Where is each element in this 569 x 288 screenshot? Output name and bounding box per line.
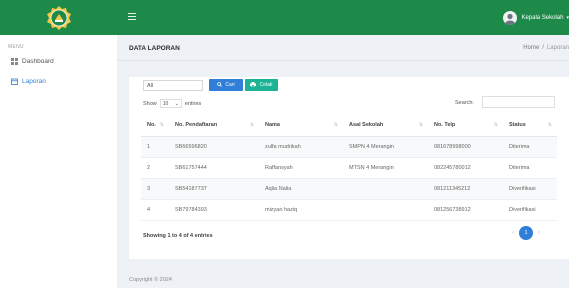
sort-icon: ⇅	[159, 122, 164, 129]
table-row: 2 SB61757444 Raffansyah MTSN 4 Merangin …	[141, 157, 557, 179]
cell-no-telp: 081256738912	[428, 199, 503, 221]
user-name: Kepala Sekolah	[521, 14, 564, 21]
user-menu[interactable]: Kepala Sekolah ▾	[503, 9, 569, 26]
status-filter-select[interactable]: All	[143, 80, 203, 91]
cell-no: 4	[141, 199, 169, 221]
breadcrumb-current: Laporan	[546, 45, 569, 51]
search-button-label: Cari	[225, 82, 235, 88]
column-header-status[interactable]: Status ⇅	[503, 115, 557, 137]
entries-label: entries	[184, 100, 202, 107]
sort-icon: ⇅	[493, 122, 498, 129]
cell-asal-sekolah: SMPN 4 Merangin	[343, 136, 428, 158]
divider	[117, 60, 569, 61]
report-table: No. ⇅ No. Pendaftaran ⇅ Nama ⇅ Asal Sekolah…	[141, 115, 557, 221]
table-row: 1 SB66596820 zulfa mudrikah SMPN 4 Meran…	[141, 136, 557, 158]
cell-no-telp: 081678998000	[428, 136, 503, 158]
footer: Copyright © 2024	[117, 269, 569, 288]
breadcrumb: Home / Laporan	[523, 45, 569, 51]
sidebar: MENU Dashboard Laporan	[0, 0, 117, 288]
page-button-1[interactable]: 1	[519, 226, 533, 240]
copyright-text: Copyright © 2024	[129, 277, 172, 283]
chevron-down-icon: ⌄	[174, 100, 179, 107]
sort-icon: ⇅	[418, 122, 423, 129]
entries-value: 10	[162, 100, 169, 107]
sort-icon: ⇅	[333, 122, 338, 129]
show-label: Show	[143, 100, 157, 107]
table-row: 3 SB54187737 Aqila Nalia 081211345212 Di…	[141, 178, 557, 200]
column-header-asal-sekolah[interactable]: Asal Sekolah ⇅	[343, 115, 428, 137]
entries-control: Show 10 ⌄ entries	[143, 99, 201, 108]
emblem-logo[interactable]	[46, 5, 72, 31]
cell-status: Diterima	[503, 136, 557, 158]
grid-icon	[10, 57, 18, 65]
column-header-no-telp[interactable]: No. Telp ⇅	[428, 115, 503, 137]
cell-no-pendaftaran: SB66596820	[169, 136, 259, 158]
cell-no-telp: 081211345212	[428, 178, 503, 200]
entries-select[interactable]: 10 ⌄	[159, 99, 182, 108]
search-label: Search:	[455, 100, 474, 106]
cell-no: 1	[141, 136, 169, 158]
cell-no-pendaftaran: SB61757444	[169, 157, 259, 179]
table-header-row: No. ⇅ No. Pendaftaran ⇅ Nama ⇅ Asal Sekolah…	[141, 115, 557, 137]
search-button[interactable]: Cari	[209, 79, 243, 91]
printer-icon	[250, 81, 257, 89]
hamburger-menu-icon[interactable]	[128, 13, 136, 21]
cell-no: 3	[141, 178, 169, 200]
search-input[interactable]	[482, 96, 555, 108]
next-page-button[interactable]: ›	[533, 230, 545, 236]
cell-no-telp: 082245780012	[428, 157, 503, 179]
cell-status: Diverifikasi	[503, 199, 557, 221]
pagination-info: Showing 1 to 4 of 4 entries	[143, 233, 213, 239]
print-button[interactable]: Cetak	[245, 79, 278, 91]
cell-asal-sekolah	[343, 178, 428, 200]
breadcrumb-home[interactable]: Home	[523, 45, 539, 51]
cell-nama: mizyan haziq	[259, 199, 343, 221]
cell-nama: Raffansyah	[259, 157, 343, 179]
cell-nama: Aqila Nalia	[259, 178, 343, 200]
cell-no-pendaftaran: SB54187737	[169, 178, 259, 200]
pagination: ‹ 1 ›	[507, 226, 545, 240]
previous-page-button[interactable]: ‹	[507, 230, 519, 236]
sidebar-item-laporan[interactable]: Laporan	[0, 75, 117, 87]
page-title: DATA LAPORAN	[129, 45, 180, 52]
top-navbar: Kepala Sekolah ▾	[117, 0, 569, 35]
sort-icon: ⇅	[249, 122, 254, 129]
cell-no-pendaftaran: SB79784393	[169, 199, 259, 221]
print-button-label: Cetak	[259, 82, 273, 88]
sort-icon: ⇅	[547, 122, 552, 129]
breadcrumb-separator: /	[542, 45, 544, 51]
cell-status: Diverifikasi	[503, 178, 557, 200]
sidebar-item-label: Laporan	[22, 77, 46, 85]
cell-no: 2	[141, 157, 169, 179]
cell-asal-sekolah	[343, 199, 428, 221]
logo-container	[0, 0, 117, 35]
calendar-icon	[10, 77, 18, 85]
cell-nama: zulfa mudrikah	[259, 136, 343, 158]
column-header-no-pendaftaran[interactable]: No. Pendaftaran ⇅	[169, 115, 259, 137]
cell-status: Diterima	[503, 157, 557, 179]
sidebar-item-dashboard[interactable]: Dashboard	[0, 55, 117, 67]
cell-asal-sekolah: MTSN 4 Merangin	[343, 157, 428, 179]
avatar	[503, 10, 518, 25]
column-header-no[interactable]: No. ⇅	[141, 115, 169, 137]
table-row: 4 SB79784393 mizyan haziq 081256738912 D…	[141, 199, 557, 221]
menu-section-label: MENU	[8, 44, 24, 50]
sidebar-item-label: Dashboard	[22, 57, 54, 65]
column-header-nama[interactable]: Nama ⇅	[259, 115, 343, 137]
search-icon	[217, 81, 223, 89]
